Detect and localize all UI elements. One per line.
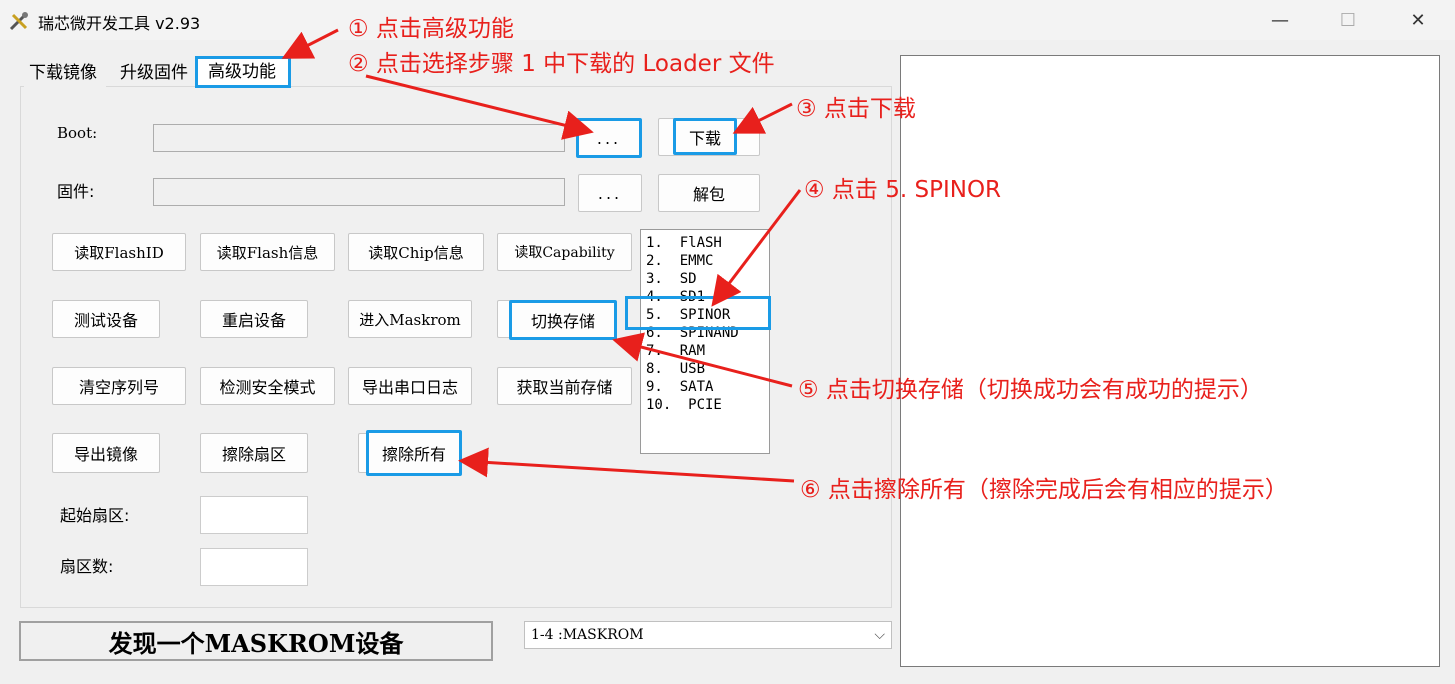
arrow-step-2	[365, 74, 594, 140]
arrow-step-6	[458, 447, 795, 483]
arrow-step-3	[732, 102, 793, 134]
arrow-step-5	[612, 332, 793, 388]
arrow-step-4	[711, 189, 802, 307]
arrow-step-1	[281, 28, 339, 59]
annotation-arrows	[281, 28, 802, 483]
